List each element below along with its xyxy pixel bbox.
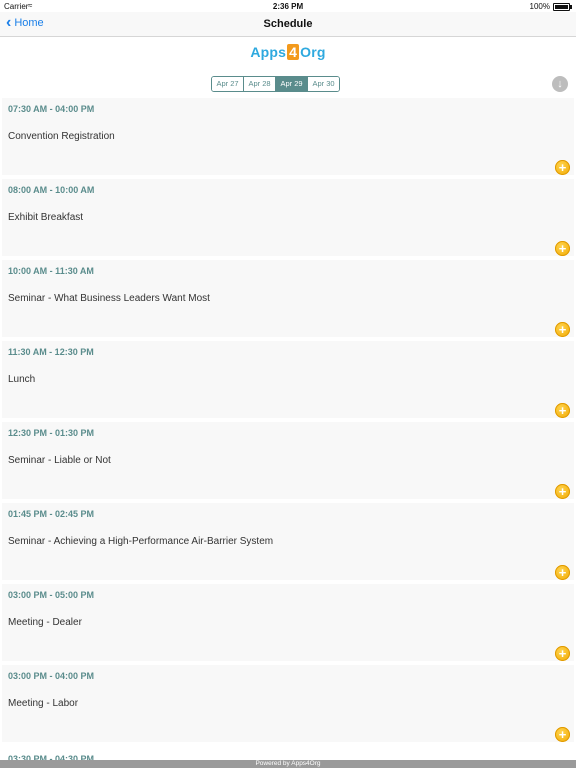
add-icon[interactable]: + (555, 646, 570, 661)
list-item[interactable]: 01:45 PM - 02:45 PM Seminar - Achieving … (2, 503, 574, 580)
list-item[interactable]: 03:00 PM - 04:00 PM Meeting - Labor + (2, 665, 574, 742)
date-tab-apr-29[interactable]: Apr 29 (276, 77, 308, 91)
footer-credit: Powered by Apps4Org (0, 760, 576, 768)
event-time: 03:00 PM - 04:00 PM (8, 671, 95, 681)
event-name: Seminar - Liable or Not (8, 455, 111, 466)
event-name: Meeting - Dealer (8, 617, 82, 628)
logo-digit: 4 (287, 44, 300, 60)
app-logo: Apps 4 Org (0, 44, 576, 60)
date-tab-apr-28[interactable]: Apr 28 (244, 77, 276, 91)
date-selector: Apr 27 Apr 28 Apr 29 Apr 30 (211, 76, 340, 92)
event-time: 03:00 PM - 05:00 PM (8, 590, 95, 600)
add-icon[interactable]: + (555, 727, 570, 742)
event-name: Lunch (8, 374, 36, 385)
add-icon[interactable]: + (555, 403, 570, 418)
add-icon[interactable]: + (555, 565, 570, 580)
event-name: Seminar - What Business Leaders Want Mos… (8, 293, 210, 304)
event-name: Exhibit Breakfast (8, 212, 84, 223)
status-time: 2:36 PM (272, 2, 304, 11)
event-time: 12:30 PM - 01:30 PM (8, 428, 95, 438)
list-item[interactable]: 11:30 AM - 12:30 PM Lunch + (2, 341, 574, 418)
status-bar: Carrier ≈ 2:36 PM 100% (0, 0, 576, 12)
logo-prefix: Apps (250, 44, 287, 60)
list-item[interactable]: 08:00 AM - 10:00 AM Exhibit Breakfast + (2, 179, 574, 256)
event-time: 10:00 AM - 11:30 AM (8, 266, 94, 276)
download-icon[interactable]: ↓ (552, 76, 568, 92)
page-title: Schedule (263, 18, 313, 30)
navigation-bar: ‹ Home Schedule (0, 12, 576, 37)
date-tab-apr-27[interactable]: Apr 27 (212, 77, 244, 91)
add-icon[interactable]: + (555, 241, 570, 256)
list-item[interactable]: 07:30 AM - 04:00 PM Convention Registrat… (2, 98, 574, 175)
list-item[interactable]: 10:00 AM - 11:30 AM Seminar - What Busin… (2, 260, 574, 337)
event-time: 08:00 AM - 10:00 AM (8, 185, 95, 195)
schedule-list: 07:30 AM - 04:00 PM Convention Registrat… (0, 98, 576, 746)
battery-percent: 100% (529, 2, 550, 11)
logo-suffix: Org (300, 44, 326, 60)
event-time: 01:45 PM - 02:45 PM (8, 509, 95, 519)
date-tab-apr-30[interactable]: Apr 30 (308, 77, 339, 91)
add-icon[interactable]: + (555, 484, 570, 499)
event-time: 07:30 AM - 04:00 PM (8, 104, 95, 114)
event-name: Convention Registration (8, 131, 115, 142)
list-item[interactable]: 12:30 PM - 01:30 PM Seminar - Liable or … (2, 422, 574, 499)
event-time: 11:30 AM - 12:30 PM (8, 347, 94, 357)
add-icon[interactable]: + (555, 160, 570, 175)
event-name: Seminar - Achieving a High-Performance A… (8, 536, 274, 547)
battery-icon (553, 3, 572, 11)
event-name: Meeting - Labor (8, 698, 79, 709)
add-icon[interactable]: + (555, 322, 570, 337)
list-item[interactable]: 03:00 PM - 05:00 PM Meeting - Dealer + (2, 584, 574, 661)
